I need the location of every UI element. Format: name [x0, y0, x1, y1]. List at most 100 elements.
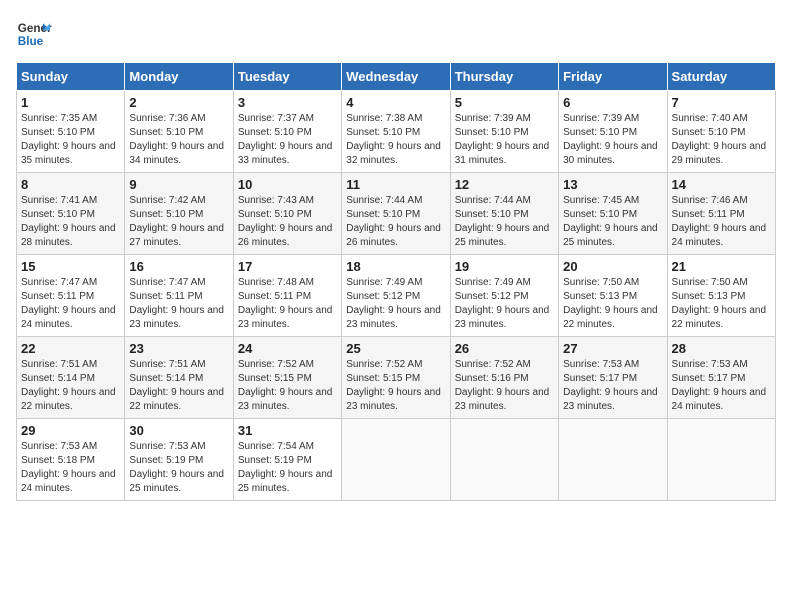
day-detail: Sunrise: 7:53 AMSunset: 5:17 PMDaylight:… [672, 358, 771, 414]
day-number: 26 [455, 341, 554, 356]
logo-icon: General Blue [16, 16, 52, 52]
calendar-cell [559, 419, 667, 501]
calendar-cell: 16Sunrise: 7:47 AMSunset: 5:11 PMDayligh… [125, 255, 233, 337]
weekday-header-row: SundayMondayTuesdayWednesdayThursdayFrid… [17, 63, 776, 91]
day-detail: Sunrise: 7:53 AMSunset: 5:18 PMDaylight:… [21, 440, 120, 496]
day-number: 11 [346, 177, 445, 192]
day-detail: Sunrise: 7:45 AMSunset: 5:10 PMDaylight:… [563, 194, 662, 250]
calendar-cell: 27Sunrise: 7:53 AMSunset: 5:17 PMDayligh… [559, 337, 667, 419]
day-detail: Sunrise: 7:51 AMSunset: 5:14 PMDaylight:… [129, 358, 228, 414]
calendar-cell: 11 Sunrise: 7:44 AMSunset: 5:10 PMDayligh… [342, 173, 450, 255]
day-detail: Sunrise: 7:36 AMSunset: 5:10 PMDaylight:… [129, 112, 228, 168]
day-number: 18 [346, 259, 445, 274]
calendar-week-row: 29 Sunrise: 7:53 AMSunset: 5:18 PMDayligh… [17, 419, 776, 501]
day-detail: Sunrise: 7:43 AMSunset: 5:10 PMDaylight:… [238, 194, 337, 250]
day-number: 6 [563, 95, 662, 110]
weekday-header: Saturday [667, 63, 775, 91]
calendar-cell: 12Sunrise: 7:44 AMSunset: 5:10 PMDayligh… [450, 173, 558, 255]
calendar-header: SundayMondayTuesdayWednesdayThursdayFrid… [17, 63, 776, 91]
calendar-cell: 30 Sunrise: 7:53 AMSunset: 5:19 PMDayligh… [125, 419, 233, 501]
day-number: 28 [672, 341, 771, 356]
day-detail: Sunrise: 7:48 AMSunset: 5:11 PMDaylight:… [238, 276, 337, 332]
calendar-week-row: 8 Sunrise: 7:41 AMSunset: 5:10 PMDaylight… [17, 173, 776, 255]
day-number: 8 [21, 177, 120, 192]
day-number: 10 [238, 177, 337, 192]
calendar-cell: 25 Sunrise: 7:52 AMSunset: 5:15 PMDayligh… [342, 337, 450, 419]
calendar-cell: 2Sunrise: 7:36 AMSunset: 5:10 PMDaylight… [125, 91, 233, 173]
weekday-header: Tuesday [233, 63, 341, 91]
day-number: 23 [129, 341, 228, 356]
page-header: General Blue [16, 16, 776, 52]
day-number: 22 [21, 341, 120, 356]
calendar-cell: 18Sunrise: 7:49 AMSunset: 5:12 PMDayligh… [342, 255, 450, 337]
day-number: 17 [238, 259, 337, 274]
day-detail: Sunrise: 7:52 AMSunset: 5:15 PMDaylight:… [238, 358, 337, 414]
calendar-cell [342, 419, 450, 501]
calendar-cell: 8 Sunrise: 7:41 AMSunset: 5:10 PMDaylight… [17, 173, 125, 255]
day-detail: Sunrise: 7:47 AMSunset: 5:11 PMDaylight:… [21, 276, 120, 332]
day-number: 19 [455, 259, 554, 274]
svg-text:Blue: Blue [18, 35, 44, 48]
logo: General Blue [16, 16, 52, 52]
day-detail: Sunrise: 7:44 AMSunset: 5:10 PMDaylight:… [455, 194, 554, 250]
calendar-cell: 23 Sunrise: 7:51 AMSunset: 5:14 PMDayligh… [125, 337, 233, 419]
calendar-cell: 24 Sunrise: 7:52 AMSunset: 5:15 PMDayligh… [233, 337, 341, 419]
day-number: 15 [21, 259, 120, 274]
calendar-cell: 13 Sunrise: 7:45 AMSunset: 5:10 PMDayligh… [559, 173, 667, 255]
weekday-header: Sunday [17, 63, 125, 91]
day-number: 3 [238, 95, 337, 110]
day-detail: Sunrise: 7:38 AMSunset: 5:10 PMDaylight:… [346, 112, 445, 168]
day-number: 30 [129, 423, 228, 438]
day-detail: Sunrise: 7:37 AMSunset: 5:10 PMDaylight:… [238, 112, 337, 168]
day-number: 24 [238, 341, 337, 356]
calendar-cell: 26 Sunrise: 7:52 AMSunset: 5:16 PMDayligh… [450, 337, 558, 419]
calendar-cell: 19Sunrise: 7:49 AMSunset: 5:12 PMDayligh… [450, 255, 558, 337]
calendar-cell: 29 Sunrise: 7:53 AMSunset: 5:18 PMDayligh… [17, 419, 125, 501]
calendar-cell: 15 Sunrise: 7:47 AMSunset: 5:11 PMDayligh… [17, 255, 125, 337]
day-number: 14 [672, 177, 771, 192]
calendar-cell: 5Sunrise: 7:39 AMSunset: 5:10 PMDaylight… [450, 91, 558, 173]
day-number: 31 [238, 423, 337, 438]
day-detail: Sunrise: 7:42 AMSunset: 5:10 PMDaylight:… [129, 194, 228, 250]
day-detail: Sunrise: 7:40 AMSunset: 5:10 PMDaylight:… [672, 112, 771, 168]
day-number: 13 [563, 177, 662, 192]
calendar-cell: 28 Sunrise: 7:53 AMSunset: 5:17 PMDayligh… [667, 337, 775, 419]
calendar-cell: 31 Sunrise: 7:54 AMSunset: 5:19 PMDayligh… [233, 419, 341, 501]
day-detail: Sunrise: 7:53 AMSunset: 5:19 PMDaylight:… [129, 440, 228, 496]
weekday-header: Thursday [450, 63, 558, 91]
day-detail: Sunrise: 7:52 AMSunset: 5:16 PMDaylight:… [455, 358, 554, 414]
day-number: 16 [129, 259, 228, 274]
day-detail: Sunrise: 7:35 AMSunset: 5:10 PMDaylight:… [21, 112, 120, 168]
calendar-cell [450, 419, 558, 501]
day-number: 4 [346, 95, 445, 110]
day-detail: Sunrise: 7:50 AMSunset: 5:13 PMDaylight:… [672, 276, 771, 332]
weekday-header: Wednesday [342, 63, 450, 91]
weekday-header: Monday [125, 63, 233, 91]
day-number: 25 [346, 341, 445, 356]
calendar-body: 1Sunrise: 7:35 AMSunset: 5:10 PMDaylight… [17, 91, 776, 501]
day-number: 9 [129, 177, 228, 192]
day-number: 29 [21, 423, 120, 438]
day-detail: Sunrise: 7:50 AMSunset: 5:13 PMDaylight:… [563, 276, 662, 332]
calendar-week-row: 22 Sunrise: 7:51 AMSunset: 5:14 PMDayligh… [17, 337, 776, 419]
calendar-cell: 20 Sunrise: 7:50 AMSunset: 5:13 PMDayligh… [559, 255, 667, 337]
day-detail: Sunrise: 7:52 AMSunset: 5:15 PMDaylight:… [346, 358, 445, 414]
day-detail: Sunrise: 7:44 AMSunset: 5:10 PMDaylight:… [346, 194, 445, 250]
day-detail: Sunrise: 7:46 AMSunset: 5:11 PMDaylight:… [672, 194, 771, 250]
weekday-header: Friday [559, 63, 667, 91]
day-detail: Sunrise: 7:54 AMSunset: 5:19 PMDaylight:… [238, 440, 337, 496]
calendar-cell [667, 419, 775, 501]
calendar-cell: 17 Sunrise: 7:48 AMSunset: 5:11 PMDayligh… [233, 255, 341, 337]
day-detail: Sunrise: 7:51 AMSunset: 5:14 PMDaylight:… [21, 358, 120, 414]
day-number: 20 [563, 259, 662, 274]
calendar-cell: 4 Sunrise: 7:38 AMSunset: 5:10 PMDaylight… [342, 91, 450, 173]
calendar-week-row: 15 Sunrise: 7:47 AMSunset: 5:11 PMDayligh… [17, 255, 776, 337]
calendar-cell: 22 Sunrise: 7:51 AMSunset: 5:14 PMDayligh… [17, 337, 125, 419]
day-detail: Sunrise: 7:41 AMSunset: 5:10 PMDaylight:… [21, 194, 120, 250]
calendar-table: SundayMondayTuesdayWednesdayThursdayFrid… [16, 62, 776, 501]
calendar-cell: 10 Sunrise: 7:43 AMSunset: 5:10 PMDayligh… [233, 173, 341, 255]
day-detail: Sunrise: 7:53 AMSunset: 5:17 PMDaylight:… [563, 358, 662, 414]
calendar-cell: 1Sunrise: 7:35 AMSunset: 5:10 PMDaylight… [17, 91, 125, 173]
day-number: 7 [672, 95, 771, 110]
calendar-cell: 14 Sunrise: 7:46 AMSunset: 5:11 PMDayligh… [667, 173, 775, 255]
